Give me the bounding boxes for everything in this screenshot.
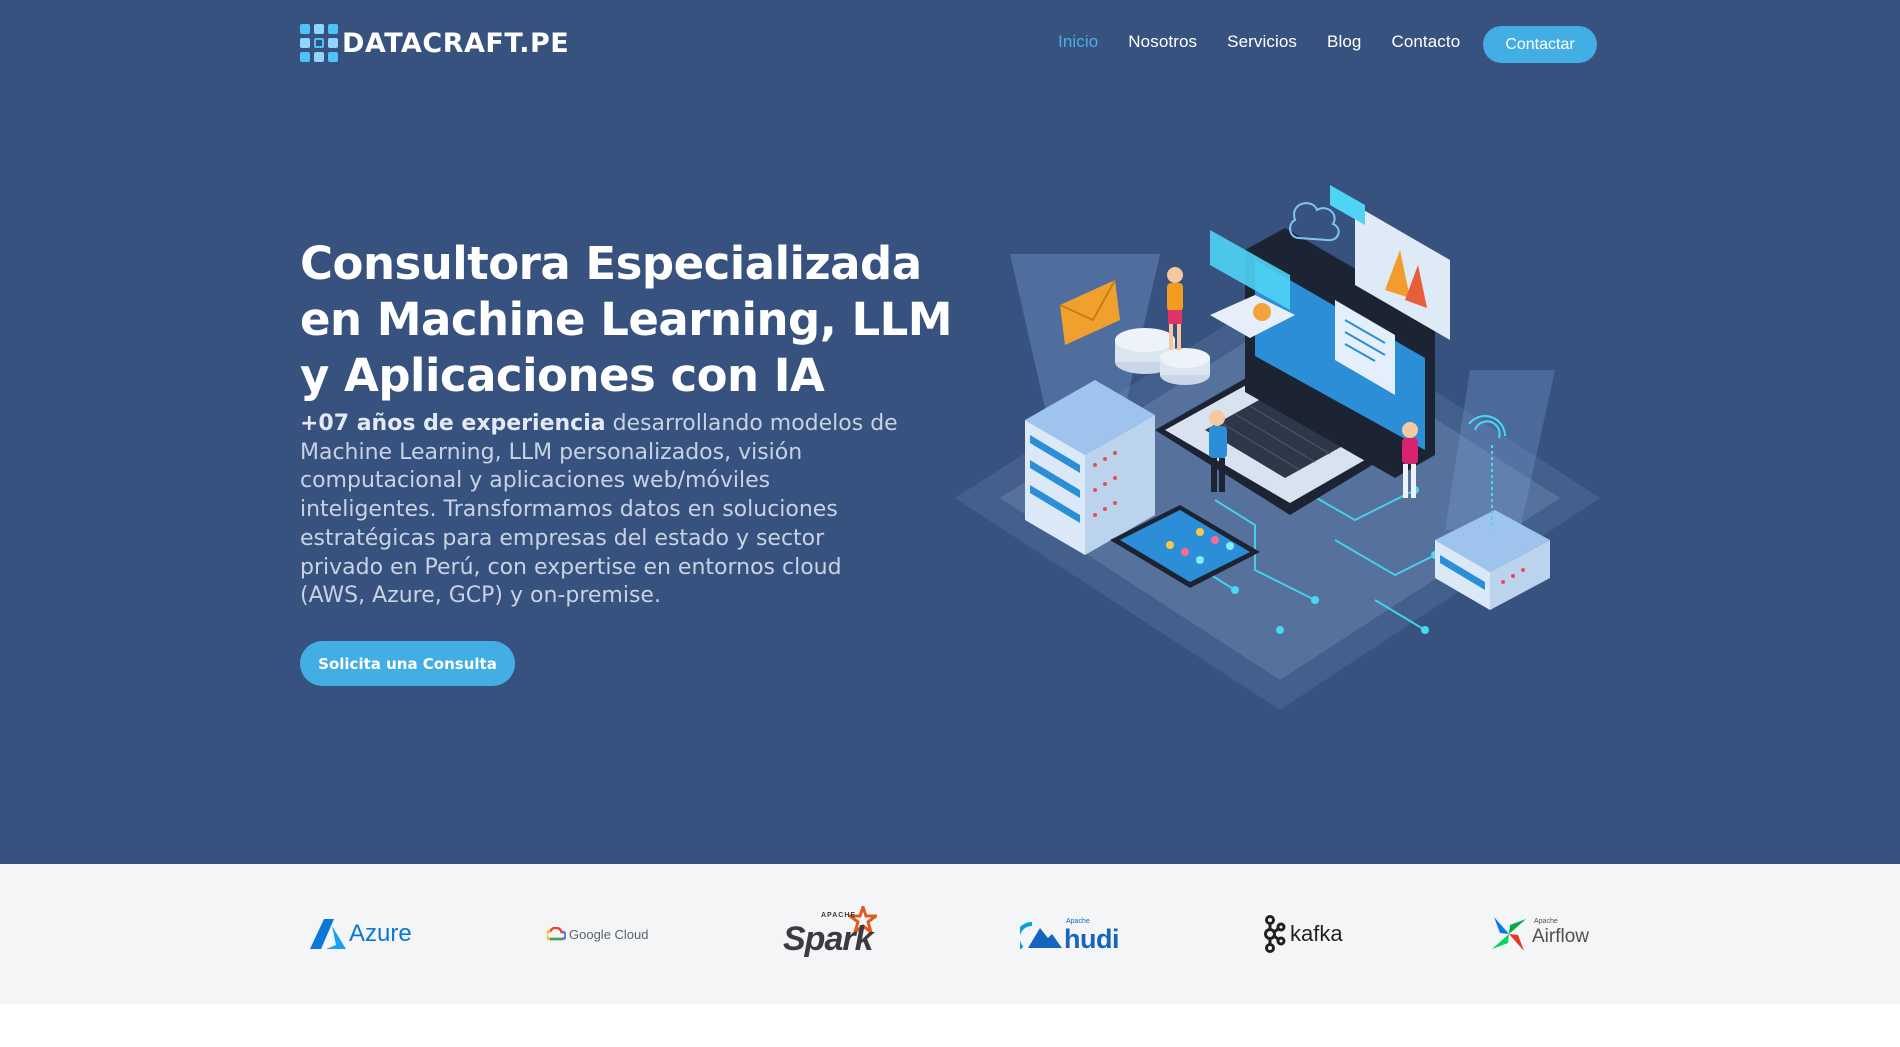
spark-label: Spark bbox=[783, 920, 873, 958]
spark-wordmark: APACHE Spark bbox=[783, 906, 883, 962]
hero-section: DATACRAFT.PE Inicio Nosotros Servicios B… bbox=[0, 0, 1900, 864]
site-logo[interactable]: DATACRAFT.PE bbox=[300, 24, 569, 62]
kafka-icon bbox=[1264, 915, 1286, 953]
nav-nosotros[interactable]: Nosotros bbox=[1128, 32, 1197, 52]
kafka-label: kafka bbox=[1290, 921, 1343, 946]
hudi-wordmark: Apache hudi bbox=[1020, 914, 1120, 954]
hudi-mountain-icon bbox=[1020, 922, 1062, 950]
google-cloud-logo: Google Cloud bbox=[547, 864, 649, 1004]
azure-label: Azure bbox=[349, 920, 412, 947]
logo-domain: .PE bbox=[519, 27, 570, 59]
hero-description-text: desarrollando modelos de Machine Learnin… bbox=[300, 411, 898, 609]
logo-name: DATACRAFT bbox=[342, 27, 520, 59]
isometric-data-platform-illustration bbox=[955, 185, 1600, 710]
spark-apache-label: APACHE bbox=[821, 912, 857, 919]
hero-title: Consultora Especializada en Machine Lear… bbox=[300, 237, 953, 402]
hudi-label: hudi bbox=[1064, 924, 1119, 954]
hero-description-highlight: +07 años de experiencia bbox=[300, 411, 606, 436]
airflow-wordmark: Apache Airflow bbox=[1532, 916, 1596, 952]
logo-grid-icon bbox=[300, 24, 338, 62]
hero-description: +07 años de experiencia desarrollando mo… bbox=[300, 410, 910, 611]
solicita-consulta-button[interactable]: Solicita una Consulta bbox=[300, 641, 515, 686]
apache-hudi-logo: Apache hudi bbox=[1020, 864, 1120, 1004]
nav-blog[interactable]: Blog bbox=[1327, 32, 1361, 52]
nav-inicio[interactable]: Inicio bbox=[1058, 32, 1098, 52]
airflow-apache-label: Apache bbox=[1534, 918, 1558, 925]
google-cloud-label: Google Cloud bbox=[569, 926, 649, 942]
contactar-button[interactable]: Contactar bbox=[1483, 26, 1597, 63]
airflow-label: Airflow bbox=[1532, 926, 1590, 947]
nav-contacto[interactable]: Contacto bbox=[1391, 32, 1460, 52]
nav-servicios[interactable]: Servicios bbox=[1227, 32, 1297, 52]
apache-kafka-logo: kafka bbox=[1262, 864, 1343, 1004]
google-cloud-icon bbox=[547, 927, 566, 941]
apache-spark-logo: APACHE Spark bbox=[783, 864, 883, 1004]
azure-logo: Azure bbox=[310, 864, 412, 1004]
apache-airflow-logo: Apache Airflow bbox=[1490, 864, 1596, 1004]
technology-logos-bar: Azure Google Cloud APACHE Spark Apache h… bbox=[0, 864, 1900, 1004]
main-nav: Inicio Nosotros Servicios Blog Contacto bbox=[1058, 32, 1490, 52]
airflow-pinwheel-icon bbox=[1492, 917, 1526, 951]
azure-icon bbox=[310, 919, 346, 949]
logo-text: DATACRAFT.PE bbox=[342, 28, 569, 59]
